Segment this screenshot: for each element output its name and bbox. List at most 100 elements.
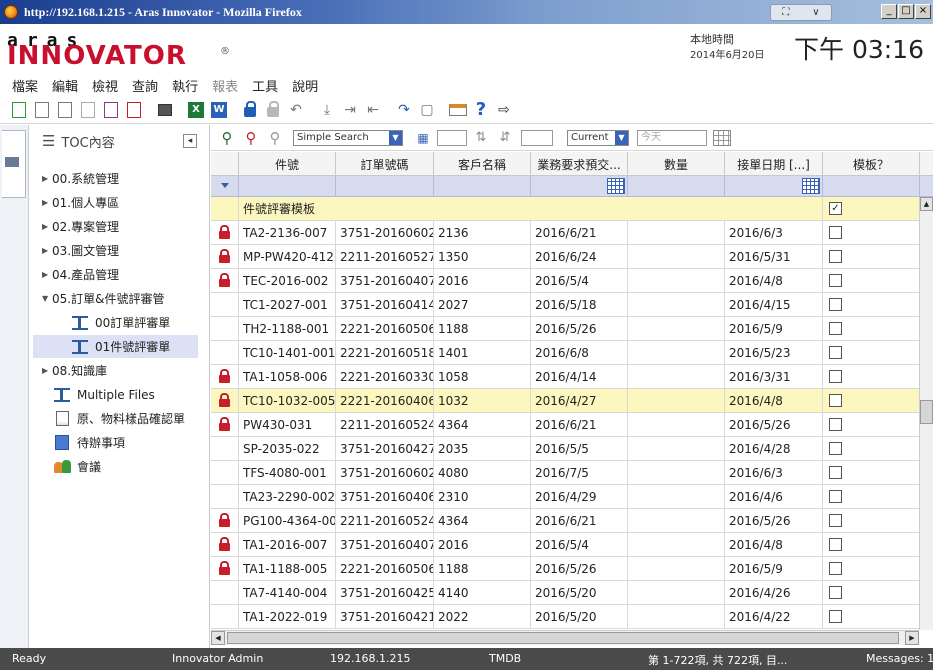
template-checkbox[interactable]	[829, 562, 842, 575]
template-checkbox[interactable]	[829, 466, 842, 479]
maximize-button[interactable]: □	[898, 4, 914, 19]
template-checkbox[interactable]	[829, 538, 842, 551]
locked-icon[interactable]	[219, 537, 230, 551]
promote-button[interactable]: ↷	[393, 99, 415, 121]
sort-desc-button[interactable]: ⇵	[495, 128, 515, 148]
page-size-input[interactable]	[437, 129, 467, 146]
menu-file[interactable]: 檔案	[12, 76, 38, 95]
locked-icon[interactable]	[219, 417, 230, 431]
restore-icon[interactable]: ⛶	[782, 7, 789, 18]
template-checkbox[interactable]	[829, 274, 842, 287]
column-header-due-date[interactable]: 業務要求預交...	[531, 152, 628, 176]
max-records-input[interactable]	[521, 129, 553, 146]
toc-toggle-button[interactable]	[2, 130, 26, 198]
date-input[interactable]: 今天	[637, 129, 707, 146]
table-row[interactable]: TA1-1058-0062221-20160330...10582016/4/1…	[211, 365, 933, 389]
locked-icon[interactable]	[219, 513, 230, 527]
table-row[interactable]: TEC-2016-0023751-20160407...20162016/5/4…	[211, 269, 933, 293]
import-button[interactable]: ⇤	[362, 99, 384, 121]
template-checkbox[interactable]	[829, 322, 842, 335]
template-checkbox[interactable]	[829, 370, 842, 383]
chevron-down-icon[interactable]: ▼	[389, 130, 402, 145]
filter-cell[interactable]	[531, 176, 628, 197]
sort-asc-button[interactable]: ⇅	[471, 128, 491, 148]
chevron-down-icon[interactable]: ∨	[812, 7, 819, 18]
table-row[interactable]: TA1-2016-0073751-20160407...20162016/5/4…	[211, 533, 933, 557]
toc-item[interactable]: 原、物料樣品確認單	[30, 407, 208, 430]
toc-item[interactable]: ▶ 00.系統管理	[30, 167, 208, 190]
chevron-down-icon[interactable]: ▼	[615, 130, 628, 145]
scroll-up-button[interactable]: ▲	[920, 197, 933, 211]
expand-arrow-icon[interactable]: ▶	[42, 222, 52, 231]
help-button[interactable]: ?	[470, 99, 492, 121]
filter-cell[interactable]	[239, 176, 336, 197]
scroll-right-button[interactable]: ▶	[905, 631, 919, 645]
menu-tools[interactable]: 工具	[252, 76, 278, 95]
template-checkbox[interactable]	[829, 394, 842, 407]
table-row[interactable]: TA1-1188-0052221-20160506...11882016/5/2…	[211, 557, 933, 581]
undo-button[interactable]: ↶	[285, 99, 307, 121]
table-row[interactable]: TH2-1188-0012221-20160506...11882016/5/2…	[211, 317, 933, 341]
status-messages[interactable]: Messages: 1	[866, 652, 933, 665]
column-header-customer[interactable]: 客戶名稱	[434, 152, 531, 176]
locked-icon[interactable]	[219, 369, 230, 383]
column-header-order-number[interactable]: 訂單號碼	[336, 152, 434, 176]
calendar-icon[interactable]	[713, 129, 731, 146]
template-checkbox[interactable]	[829, 250, 842, 263]
scroll-left-button[interactable]: ◀	[211, 631, 225, 645]
menu-report[interactable]: 報表	[212, 76, 238, 95]
table-row[interactable]: SP-2035-0223751-20160427...20352016/5/5 2…	[211, 437, 933, 461]
toc-item[interactable]: ▶ 01.個人專區	[30, 191, 208, 214]
template-checkbox[interactable]	[829, 586, 842, 599]
table-row[interactable]: TA1-2022-0193751-20160421...20222016/5/2…	[211, 605, 933, 629]
table-row[interactable]: TA7-4140-0043751-20160425...41402016/5/2…	[211, 581, 933, 605]
filter-cell[interactable]	[725, 176, 823, 197]
column-header-lock[interactable]	[211, 152, 239, 176]
calendar-icon[interactable]	[802, 178, 820, 194]
save-close-button[interactable]	[100, 99, 122, 121]
chevron-down-icon[interactable]	[221, 183, 229, 188]
edit-item-button[interactable]	[54, 99, 76, 121]
column-header-part-number[interactable]: 件號	[239, 152, 336, 176]
toc-item[interactable]: 會議	[30, 455, 208, 478]
expand-arrow-icon[interactable]: ▶	[42, 198, 52, 207]
vertical-scroll-thumb[interactable]	[920, 400, 933, 424]
minimize-button[interactable]: _	[881, 4, 897, 19]
table-row[interactable]: TA2-2136-0073751-20160602...21362016/6/2…	[211, 221, 933, 245]
toc-collapse-button[interactable]: ◂	[183, 134, 197, 148]
table-row[interactable]: PG100-4364-0022211-20160524...43642016/6…	[211, 509, 933, 533]
collapse-arrow-icon[interactable]: ▼	[42, 294, 52, 303]
vertical-scrollbar[interactable]: ▲	[919, 197, 933, 630]
filter-cell[interactable]	[823, 176, 920, 197]
locked-icon[interactable]	[219, 393, 230, 407]
toc-item[interactable]: 00訂單評審單	[30, 311, 208, 334]
toc-item[interactable]: ▶ 02.專案管理	[30, 215, 208, 238]
template-checkbox[interactable]	[829, 490, 842, 503]
clear-search-button[interactable]: ⚲	[241, 128, 261, 148]
filter-dropdown[interactable]	[211, 176, 239, 197]
export-button[interactable]: ⇥	[339, 99, 361, 121]
clipboard-button[interactable]: ▢	[416, 99, 438, 121]
save-button[interactable]	[77, 99, 99, 121]
column-header-received-date[interactable]: 接單日期 [...]	[725, 152, 823, 176]
menu-view[interactable]: 檢視	[92, 76, 118, 95]
table-row-template[interactable]: 件號評審模板 ✓	[211, 197, 933, 221]
filter-cell[interactable]	[336, 176, 434, 197]
version-select[interactable]: Current ▼	[567, 129, 629, 146]
expand-arrow-icon[interactable]: ▶	[42, 174, 52, 183]
template-checkbox[interactable]	[829, 418, 842, 431]
locked-icon[interactable]	[219, 249, 230, 263]
table-row[interactable]: TC10-1032-0052221-20160406...10322016/4/…	[211, 389, 933, 413]
template-checkbox[interactable]	[829, 610, 842, 623]
run-search-button[interactable]: ⚲	[217, 128, 237, 148]
open-item-button[interactable]	[31, 99, 53, 121]
toc-item[interactable]: Multiple Files	[30, 383, 208, 406]
horizontal-scroll-thumb[interactable]	[227, 632, 899, 644]
table-row[interactable]: PW430-0312211-20160524...43642016/6/21 20…	[211, 413, 933, 437]
column-header-template[interactable]: 模板？	[823, 152, 920, 176]
expand-arrow-icon[interactable]: ▶	[42, 270, 52, 279]
print-button[interactable]	[154, 99, 176, 121]
export-excel-button[interactable]: X	[185, 99, 207, 121]
column-header-quantity[interactable]: 數量	[628, 152, 725, 176]
locked-icon[interactable]	[219, 225, 230, 239]
